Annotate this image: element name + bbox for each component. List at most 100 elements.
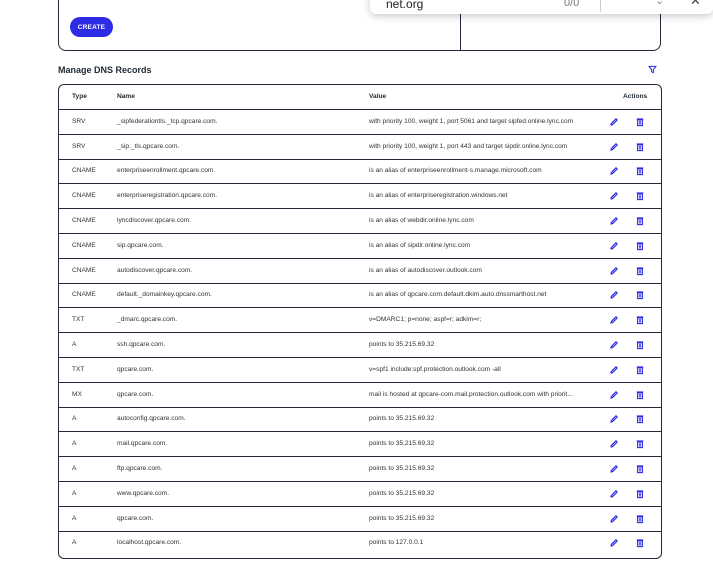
trash-icon[interactable] — [635, 340, 645, 350]
trash-icon[interactable] — [635, 290, 645, 300]
record-value: points to 35.215.69.32 — [369, 514, 435, 522]
record-type: CNAME — [72, 291, 96, 299]
edit-icon[interactable] — [609, 365, 619, 375]
table-row: SRV _sipfederationtls._tcp.qpcare.com. wit… — [59, 110, 661, 135]
edit-icon[interactable] — [609, 241, 619, 251]
table-row: Amail.qpcare.com. points to 35.215.69.32 — [59, 432, 661, 458]
edit-icon[interactable] — [609, 464, 619, 474]
record-type: A — [72, 514, 77, 522]
edit-icon[interactable] — [609, 117, 619, 127]
edit-icon[interactable] — [609, 489, 619, 499]
edit-icon[interactable] — [609, 538, 619, 548]
record-type: A — [72, 539, 77, 547]
record-value: v=spf1 include:spf.protection.outlook.co… — [369, 365, 501, 373]
section-title: Manage DNS Records — [58, 65, 152, 75]
edit-icon[interactable] — [609, 514, 619, 524]
edit-icon[interactable] — [609, 340, 619, 350]
record-value: points to 35.215.69.32 — [369, 440, 435, 448]
record-type: TXT — [72, 316, 85, 324]
record-value: is an alias of webdir.online.lync.com — [369, 217, 474, 224]
trash-icon[interactable] — [635, 414, 645, 424]
record-name: ftp.qpcare.com. — [117, 465, 163, 472]
edit-icon[interactable] — [609, 390, 619, 400]
record-value: points to 127.0.0.1 — [369, 539, 424, 547]
record-value: points to 35.215.69.32 — [369, 465, 435, 472]
record-name: sip.qpcare.com. — [117, 241, 164, 249]
edit-icon[interactable] — [609, 216, 619, 226]
record-name: mail.qpcare.com. — [117, 440, 168, 448]
trash-icon[interactable] — [635, 390, 645, 400]
record-value: v=DMARC1; p=none; aspf=r; adkim=r; — [369, 316, 482, 324]
trash-icon[interactable] — [635, 315, 645, 325]
record-name: qpcare.com. — [117, 390, 154, 398]
trash-icon[interactable] — [635, 191, 645, 201]
trash-icon[interactable] — [635, 166, 645, 176]
edit-icon[interactable] — [609, 166, 619, 176]
record-name: qpcare.com. — [117, 514, 154, 522]
record-value: is an alias of sipdir.online.lync.com — [369, 241, 471, 249]
record-type: A — [72, 489, 77, 497]
trash-icon[interactable] — [635, 216, 645, 226]
record-type: MX — [72, 390, 82, 398]
table-row: Aftp.qpcare.com. points to 35.215.69.32 — [59, 457, 661, 482]
record-name: default._domainkey.qpcare.com. — [117, 291, 212, 299]
table-row: CNAME lyncdiscover.qpcare.com. is an alias… — [59, 209, 661, 234]
record-name: www.qpcare.com. — [117, 489, 170, 497]
find-divider — [600, 0, 601, 12]
record-type: SRV — [72, 142, 86, 150]
trash-icon[interactable] — [635, 514, 645, 524]
table-header: Type Name Value Actions — [59, 85, 661, 110]
record-name: enterpriseenrollment.qpcare.com. — [117, 167, 216, 175]
edit-icon[interactable] — [609, 290, 619, 300]
table-row: CNAME default._domainkey.qpcare.com. is an… — [59, 283, 661, 309]
record-value: points to 35.215.69.32 — [369, 489, 435, 497]
table-row: Alocalhost.qpcare.com. points to 127.0.0.… — [59, 531, 661, 556]
filter-icon[interactable] — [648, 65, 657, 74]
create-button[interactable]: CREATE — [70, 17, 113, 37]
find-input[interactable]: net.org — [386, 0, 423, 11]
record-name: localhost.qpcare.com. — [117, 539, 182, 547]
edit-icon[interactable] — [609, 315, 619, 325]
record-type: CNAME — [72, 241, 96, 249]
find-match-count: 0/0 — [564, 0, 580, 9]
record-value: with priority 100, weight 1, port 443 an… — [369, 142, 568, 150]
chevron-up-icon[interactable]: ⌃ — [619, 0, 628, 7]
trash-icon[interactable] — [635, 241, 645, 251]
edit-icon[interactable] — [609, 191, 619, 201]
record-type: CNAME — [72, 217, 96, 224]
table-row: Awww.qpcare.com. points to 35.215.69.32 — [59, 482, 661, 507]
chevron-down-icon[interactable]: ⌄ — [655, 0, 664, 7]
trash-icon[interactable] — [635, 464, 645, 474]
edit-icon[interactable] — [609, 439, 619, 449]
close-icon[interactable]: ✕ — [690, 0, 701, 9]
record-value: is an alias of autodiscover.outlook.com — [369, 266, 482, 274]
record-value: is an alias of enterpriseregistration.wi… — [369, 192, 508, 200]
record-type: CNAME — [72, 167, 96, 175]
table-row: SRV _sip._tls.qpcare.com. with priority 10… — [59, 135, 661, 160]
record-value: points to 35.215.69.32 — [369, 415, 435, 423]
table-row: Aqpcare.com. points to 35.215.69.32 — [59, 507, 661, 532]
trash-icon[interactable] — [635, 365, 645, 375]
record-value: is an alias of enterpriseenrollment-s.ma… — [369, 167, 542, 175]
trash-icon[interactable] — [635, 142, 645, 152]
trash-icon[interactable] — [635, 538, 645, 548]
edit-icon[interactable] — [609, 142, 619, 152]
edit-icon[interactable] — [609, 414, 619, 424]
edit-icon[interactable] — [609, 266, 619, 276]
record-name: ssh.qpcare.com. — [117, 341, 166, 348]
trash-icon[interactable] — [635, 439, 645, 449]
header-type: Type — [72, 93, 87, 100]
record-type: SRV — [72, 117, 86, 125]
trash-icon[interactable] — [635, 117, 645, 127]
header-actions: Actions — [623, 93, 648, 100]
table-row: TXT qpcare.com. v=spf1 include:spf.protect… — [59, 358, 661, 383]
table-row: Aautoconfig.qpcare.com. points to 35.215.… — [59, 407, 661, 433]
record-name: _dmarc.qpcare.com. — [117, 316, 178, 324]
record-name: qpcare.com. — [117, 365, 154, 373]
trash-icon[interactable] — [635, 266, 645, 276]
record-name: _sip._tls.qpcare.com. — [117, 142, 180, 150]
trash-icon[interactable] — [635, 489, 645, 499]
dns-records-table: Type Name Value Actions SRV _sipfederatio… — [58, 84, 662, 559]
record-value: is an alias of qpcare.com.default.dkim.a… — [369, 291, 547, 299]
record-name: lyncdiscover.qpcare.com. — [117, 217, 192, 224]
